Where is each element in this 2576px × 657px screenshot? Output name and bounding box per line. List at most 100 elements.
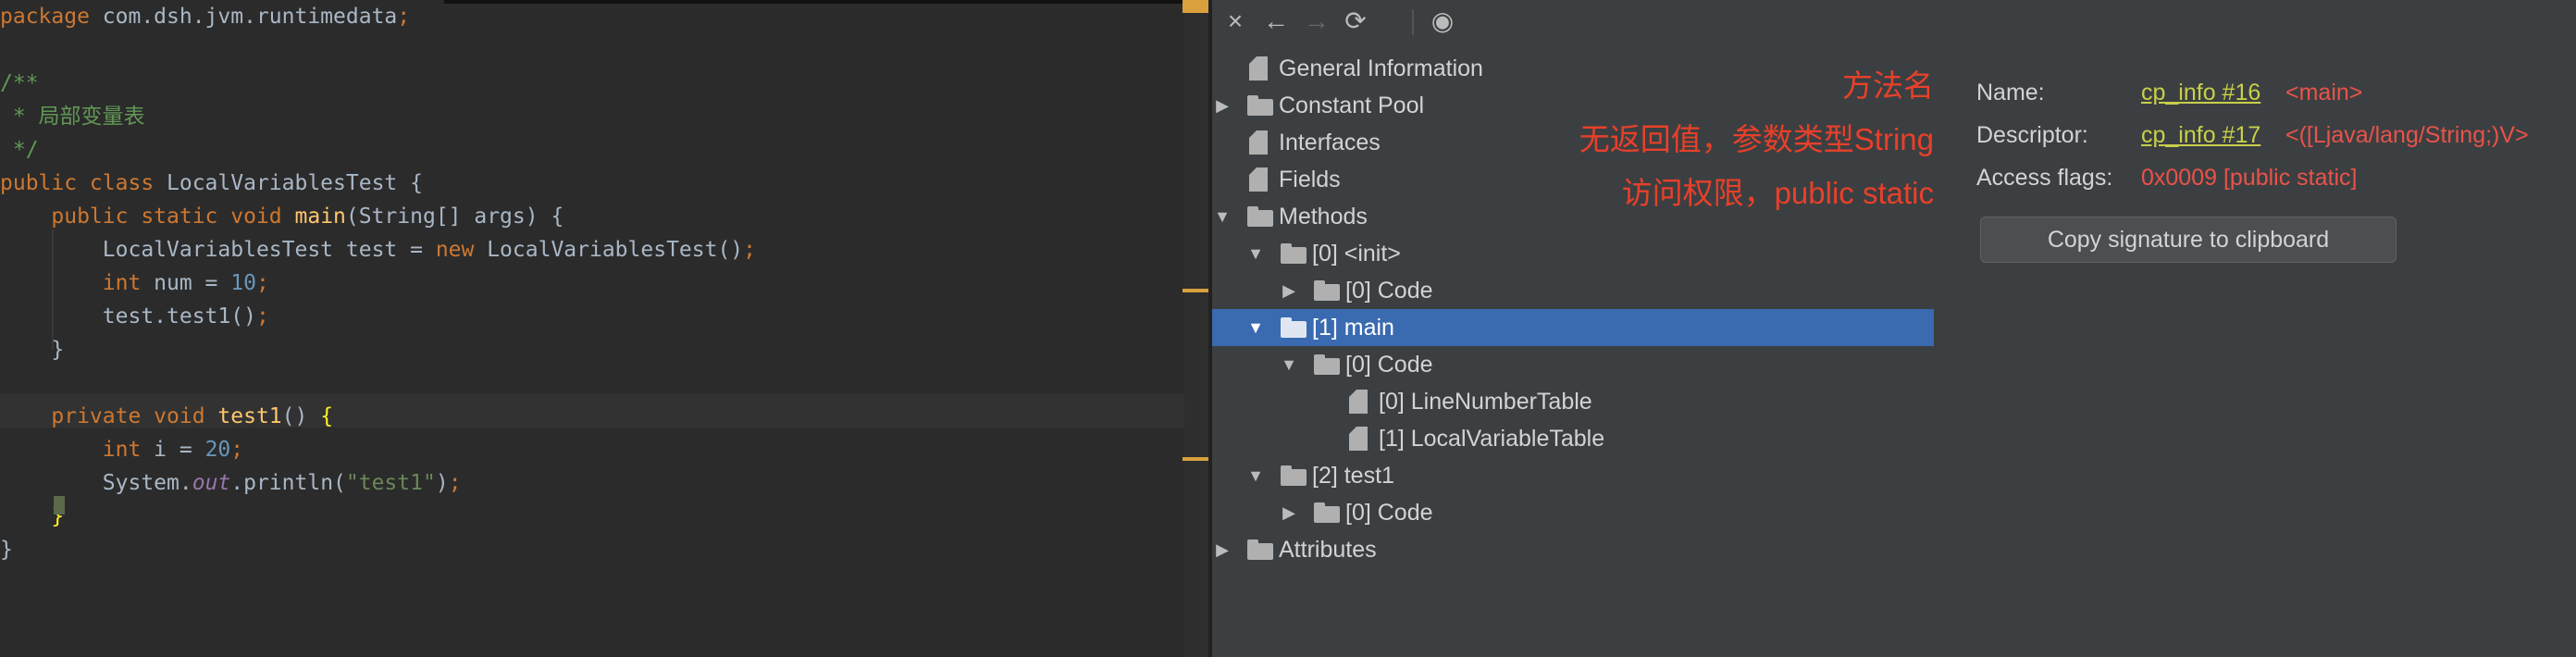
code-line[interactable]: /**	[0, 67, 39, 100]
name-cp-link[interactable]: cp_info #16	[2141, 80, 2260, 106]
code-token: public static void	[51, 205, 295, 229]
tree-item-label: Constant Pool	[1279, 93, 1425, 118]
error-stripe-mark[interactable]	[1183, 457, 1208, 461]
code-token: ;	[255, 304, 269, 328]
code-line[interactable]: * 局部变量表	[0, 100, 145, 133]
descriptor-cp-link[interactable]: cp_info #17	[2141, 122, 2260, 149]
collapse-triangle-icon[interactable]: ▼	[1212, 198, 1232, 235]
code-token: com.dsh.jvm.runtimedata	[102, 5, 398, 29]
folder-icon	[1247, 95, 1273, 116]
code-token: }	[0, 538, 13, 562]
tree-item-label: Interfaces	[1279, 130, 1381, 155]
access-flags-label: Access flags:	[1976, 165, 2113, 191]
forward-arrow-icon[interactable]: →	[1301, 6, 1332, 37]
error-stripe[interactable]	[1184, 0, 1208, 657]
name-label: Name:	[1976, 80, 2045, 105]
code-line[interactable]: }	[0, 533, 13, 566]
file-icon	[1249, 130, 1268, 155]
code-token: main	[294, 205, 346, 229]
folder-icon	[1314, 354, 1340, 375]
tree-item-attributes[interactable]: ▶ Attributes	[1212, 531, 1934, 568]
tree-item-method-init[interactable]: ▼ [0] <init>	[1212, 235, 1934, 272]
file-icon	[1349, 427, 1368, 451]
code-editor[interactable]: package com.dsh.jvm.runtimedata; /** * 局部…	[0, 0, 1652, 657]
code-token: ;	[743, 238, 757, 262]
file-icon	[1249, 56, 1268, 81]
code-token: new	[435, 238, 488, 262]
tree-item-test1-code[interactable]: ▶ [0] Code	[1212, 494, 1934, 531]
refresh-icon[interactable]: ⟳	[1340, 6, 1371, 37]
tree-item-line-number-table[interactable]: [0] LineNumberTable	[1212, 383, 1934, 420]
collapse-triangle-icon[interactable]: ▼	[1245, 457, 1266, 494]
error-stripe-mark[interactable]	[1183, 289, 1208, 292]
error-stripe-mark[interactable]	[1183, 0, 1208, 13]
code-token: package	[0, 5, 103, 29]
tree-item-label: [0] Code	[1345, 500, 1433, 526]
file-icon	[1249, 167, 1268, 192]
folder-icon	[1314, 280, 1340, 301]
tree-item-label: [0] LineNumberTable	[1379, 389, 1592, 415]
code-line[interactable]: LocalVariablesTest test = new LocalVaria…	[0, 233, 756, 267]
collapse-triangle-icon[interactable]: ▼	[1245, 235, 1266, 272]
code-token: (String[] args) {	[345, 205, 564, 229]
back-arrow-icon[interactable]: ←	[1260, 6, 1292, 37]
tree-item-method-test1[interactable]: ▼ [2] test1	[1212, 457, 1934, 494]
tree-item-method-main[interactable]: ▼ [1] main	[1212, 309, 1934, 346]
browser-globe-icon[interactable]: ◉	[1427, 6, 1458, 37]
viewer-toolbar: × ← → ⟳ ◉	[1212, 0, 2576, 43]
code-token: LocalVariablesTest test =	[0, 238, 436, 262]
code-line[interactable]: public class LocalVariablesTest {	[0, 167, 423, 200]
expand-triangle-icon[interactable]: ▶	[1212, 87, 1232, 124]
tree-item-label: [1] LocalVariableTable	[1379, 426, 1605, 452]
code-token: int	[102, 438, 155, 462]
code-token: 10	[230, 271, 256, 295]
file-icon	[1349, 390, 1368, 414]
collapse-triangle-icon[interactable]: ▼	[1279, 346, 1299, 383]
annotation-method-name: 方法名	[1842, 68, 1934, 103]
bytecode-viewer: × ← → ⟳ ◉ General Information ▶ Constant…	[1212, 0, 2576, 657]
access-flags-value: 0x0009 [public static]	[2141, 165, 2358, 191]
close-icon[interactable]: ×	[1220, 6, 1251, 37]
code-line[interactable]: public static void main(String[] args) {	[0, 200, 564, 233]
descriptor-label: Descriptor:	[1976, 122, 2088, 148]
tree-item-init-code[interactable]: ▶ [0] Code	[1212, 272, 1934, 309]
tree-item-local-variable-table[interactable]: [1] LocalVariableTable	[1212, 420, 1934, 457]
tree-item-label: [0] <init>	[1312, 241, 1401, 267]
tree-item-label: Methods	[1279, 204, 1368, 229]
toolbar-separator	[1412, 9, 1414, 35]
code-token: public class	[0, 171, 167, 195]
code-token: .println(	[230, 471, 346, 495]
tree-item-main-code[interactable]: ▼ [0] Code	[1212, 346, 1934, 383]
code-line[interactable]: int num = 10;	[0, 267, 269, 300]
folder-icon	[1281, 243, 1307, 264]
intention-bulb-icon[interactable]	[54, 496, 65, 514]
copy-signature-button[interactable]: Copy signature to clipboard	[1980, 217, 2396, 263]
code-line[interactable]: package com.dsh.jvm.runtimedata;	[0, 0, 410, 33]
code-token: LocalVariablesTest()	[487, 238, 744, 262]
code-token: int	[102, 271, 155, 295]
expand-triangle-icon[interactable]: ▶	[1279, 272, 1299, 309]
code-token: */	[0, 138, 39, 162]
code-token: /**	[0, 71, 39, 95]
expand-triangle-icon[interactable]: ▶	[1212, 531, 1232, 568]
code-token: out	[192, 471, 231, 495]
code-token: test1	[217, 404, 282, 428]
collapse-triangle-icon[interactable]: ▼	[1245, 309, 1266, 346]
expand-triangle-icon[interactable]: ▶	[1279, 494, 1299, 531]
code-line[interactable]: test.test1();	[0, 300, 269, 333]
code-line[interactable]: int i = 20;	[0, 433, 243, 466]
code-token: )	[435, 471, 449, 495]
tree-item-label: [0] Code	[1345, 352, 1433, 378]
code-line[interactable]: */	[0, 133, 39, 167]
code-token: }	[0, 338, 65, 362]
code-token: LocalVariablesTest {	[167, 171, 423, 195]
annotation-access-flags: 访问权限，public static	[1621, 176, 1934, 210]
code-token: test.test1()	[0, 304, 256, 328]
code-line[interactable]: }	[0, 333, 64, 366]
code-line[interactable]: System.out.println("test1");	[0, 466, 462, 500]
code-line[interactable]: private void test1() {	[0, 400, 333, 433]
